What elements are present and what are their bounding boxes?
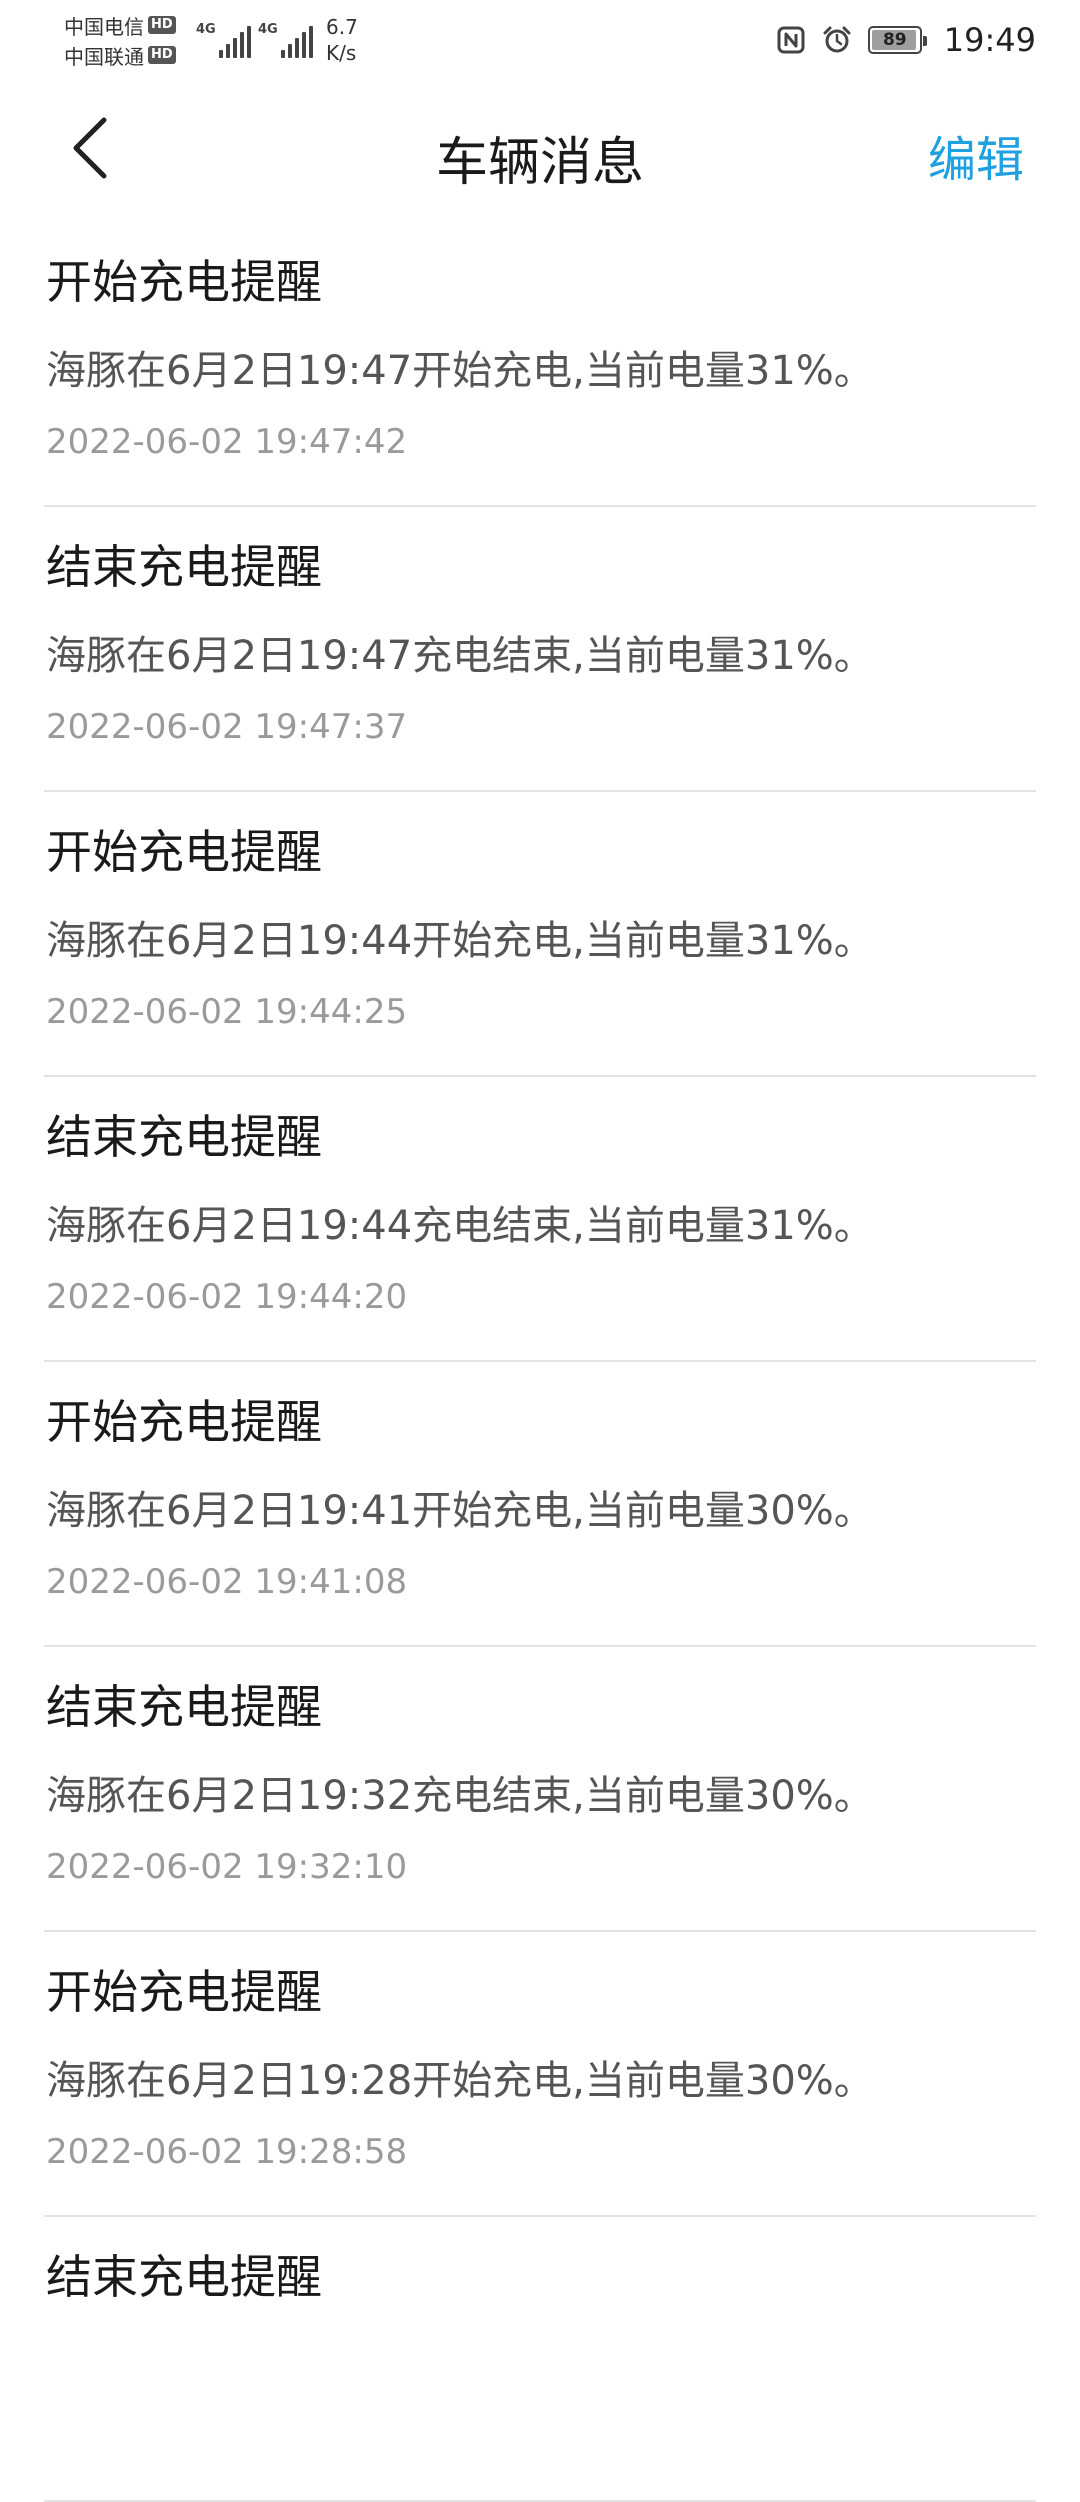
- message-body: 海豚在6月2日19:28开始充电,当前电量30%。: [46, 2058, 874, 2104]
- hd-badge: HD: [148, 16, 176, 34]
- list-item[interactable]: 开始充电提醒 海豚在6月2日19:28开始充电,当前电量30%。 2022-06…: [44, 1932, 1036, 2217]
- list-item[interactable]: 开始充电提醒 海豚在6月2日19:47开始充电,当前电量31%。 2022-06…: [44, 222, 1036, 507]
- network-speed-value: 6.7: [326, 15, 358, 39]
- message-time: 2022-06-02 19:47:37: [46, 707, 408, 747]
- message-time: 2022-06-02 19:44:25: [46, 992, 408, 1032]
- message-list: 开始充电提醒 海豚在6月2日19:47开始充电,当前电量31%。 2022-06…: [0, 222, 1080, 2502]
- app-header: 车辆消息 编辑: [0, 80, 1080, 220]
- status-bar: 中国电信 HD 中国联通 HD 4G 4G 6.7 K/s 89 19:49: [0, 0, 1080, 80]
- message-body: 海豚在6月2日19:44开始充电,当前电量31%。: [46, 918, 874, 964]
- alarm-icon: [823, 26, 851, 53]
- message-title: 结束充电提醒: [46, 2250, 322, 2304]
- network-type-2: 4G: [258, 22, 278, 37]
- message-title: 开始充电提醒: [46, 255, 322, 309]
- network-speed: 6.7 K/s: [326, 14, 358, 66]
- carrier-2: 中国联通 HD: [64, 40, 194, 70]
- carrier-info: 中国电信 HD 中国联通 HD: [64, 10, 194, 70]
- message-body: 海豚在6月2日19:47充电结束,当前电量31%。: [46, 633, 874, 679]
- battery-icon: 89: [867, 26, 927, 54]
- list-item[interactable]: 结束充电提醒: [44, 2217, 1036, 2502]
- message-title: 结束充电提醒: [46, 540, 322, 594]
- list-item[interactable]: 结束充电提醒 海豚在6月2日19:44充电结束,当前电量31%。 2022-06…: [44, 1077, 1036, 1362]
- list-item[interactable]: 开始充电提醒 海豚在6月2日19:41开始充电,当前电量30%。 2022-06…: [44, 1362, 1036, 1647]
- list-item[interactable]: 开始充电提醒 海豚在6月2日19:44开始充电,当前电量31%。 2022-06…: [44, 792, 1036, 1077]
- hd-badge: HD: [148, 46, 176, 64]
- carrier-2-name: 中国联通: [64, 44, 144, 69]
- message-title: 结束充电提醒: [46, 1110, 322, 1164]
- message-time: 2022-06-02 19:44:20: [46, 1277, 408, 1317]
- network-type-1: 4G: [196, 22, 216, 37]
- carrier-1: 中国电信 HD: [64, 10, 194, 40]
- page-title: 车辆消息: [435, 133, 644, 193]
- message-time: 2022-06-02 19:41:08: [46, 1562, 408, 1602]
- signal-strength-icon: 4G: [258, 18, 313, 58]
- carrier-1-name: 中国电信: [64, 14, 144, 39]
- network-speed-unit: K/s: [326, 41, 357, 65]
- message-body: 海豚在6月2日19:44充电结束,当前电量31%。: [46, 1203, 874, 1249]
- message-time: 2022-06-02 19:47:42: [46, 422, 408, 462]
- message-body: 海豚在6月2日19:41开始充电,当前电量30%。: [46, 1488, 874, 1534]
- status-icons: 89 19:49: [776, 18, 1036, 62]
- message-body: 海豚在6月2日19:32充电结束,当前电量30%。: [46, 1773, 874, 1819]
- message-body: 海豚在6月2日19:47开始充电,当前电量31%。: [46, 348, 874, 394]
- message-title: 开始充电提醒: [46, 825, 322, 879]
- battery-level: 89: [882, 30, 907, 50]
- status-time: 19:49: [943, 21, 1036, 59]
- message-time: 2022-06-02 19:32:10: [46, 1847, 408, 1887]
- message-title: 开始充电提醒: [46, 1395, 322, 1449]
- message-title: 开始充电提醒: [46, 1965, 322, 2019]
- message-time: 2022-06-02 19:28:58: [46, 2132, 408, 2172]
- list-item[interactable]: 结束充电提醒 海豚在6月2日19:47充电结束,当前电量31%。 2022-06…: [44, 507, 1036, 792]
- message-title: 结束充电提醒: [46, 1680, 322, 1734]
- edit-button[interactable]: 编辑: [928, 120, 1024, 190]
- signal-strength-icon: 4G: [196, 18, 251, 58]
- nfc-icon: [777, 26, 805, 54]
- list-item[interactable]: 结束充电提醒 海豚在6月2日19:32充电结束,当前电量30%。 2022-06…: [44, 1647, 1036, 1932]
